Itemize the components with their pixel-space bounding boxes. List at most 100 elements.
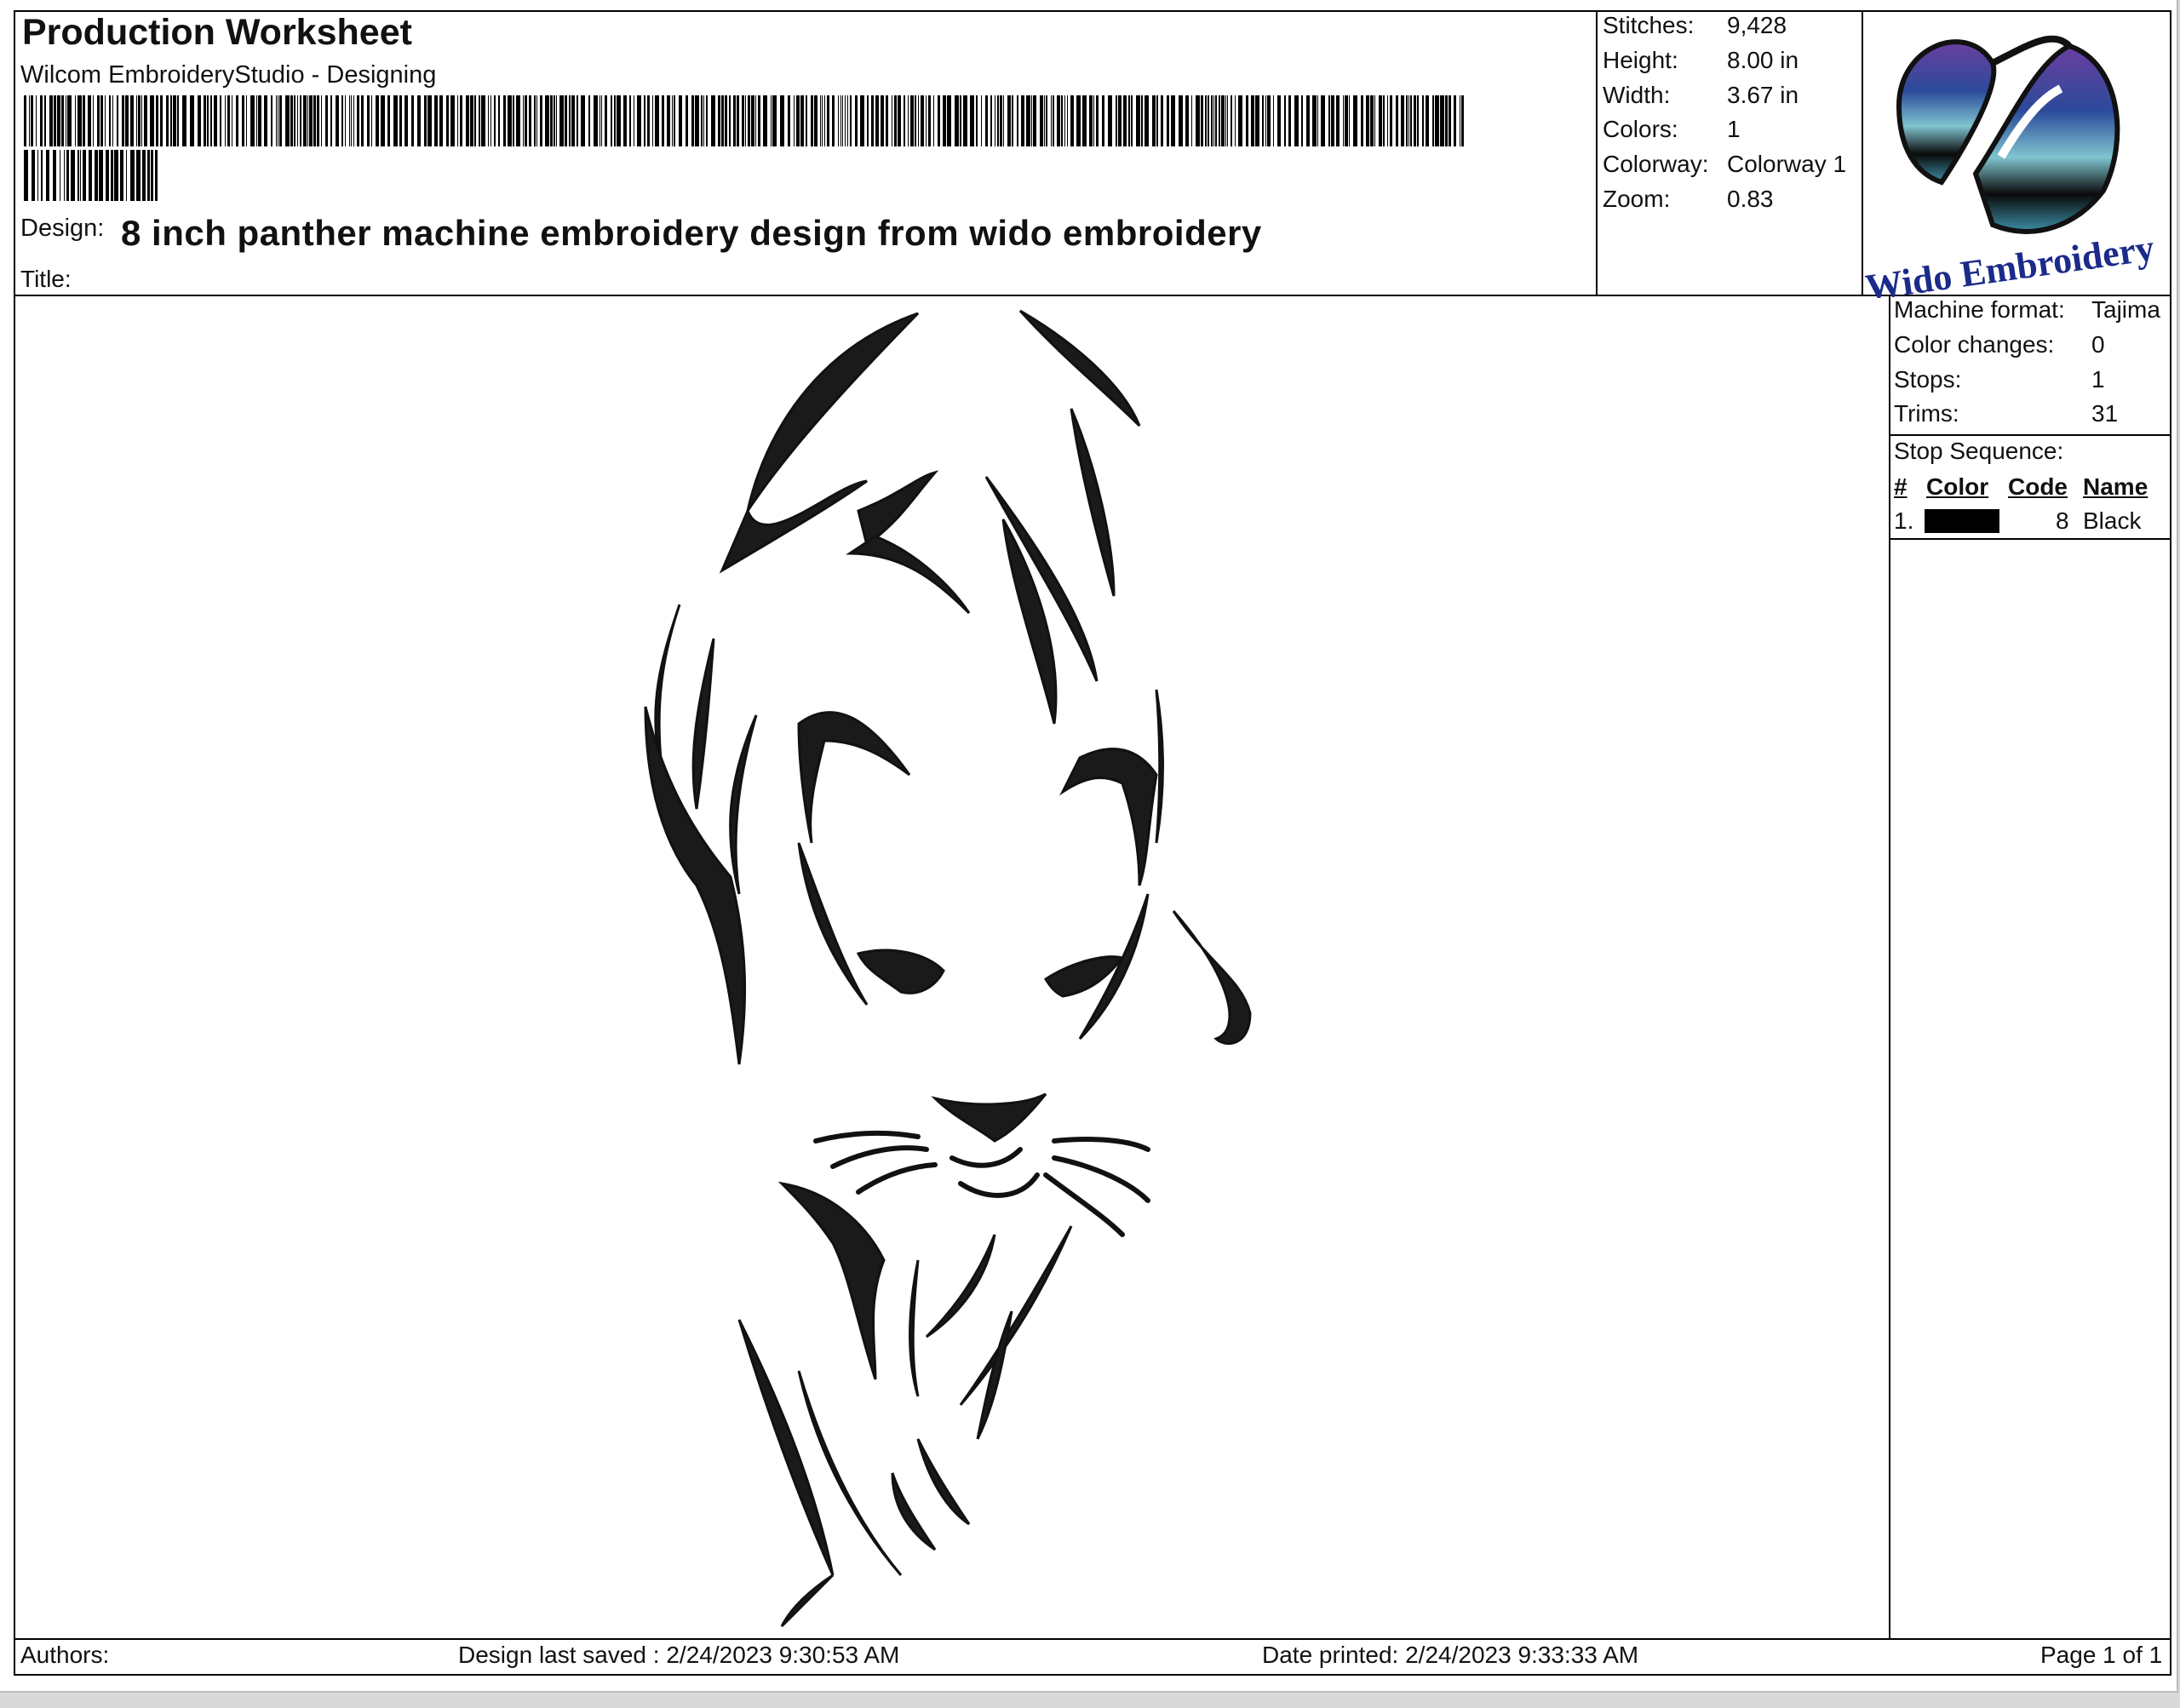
barcode-bar (644, 95, 645, 146)
barcode-bar (1208, 95, 1209, 146)
barcode-bar (601, 95, 602, 146)
barcode-bar (1301, 95, 1303, 146)
barcode-bar (1417, 95, 1419, 146)
barcode-bar (516, 95, 520, 146)
barcode-bar (100, 95, 103, 146)
barcode-bar (130, 95, 134, 146)
barcode-bar (77, 150, 79, 201)
barcode-bar (1294, 95, 1299, 146)
barcode-bar (460, 95, 462, 146)
barcode-bar (325, 95, 328, 146)
barcode-bar (577, 95, 578, 146)
barcode-bar (1414, 95, 1416, 146)
barcode-bar (494, 95, 496, 146)
barcode-bar (850, 95, 852, 146)
barcode-bar (894, 95, 897, 146)
barcode-bar (742, 95, 744, 146)
barcode-bar (1156, 95, 1158, 146)
barcode-bar (285, 95, 290, 146)
barcode-bar (1000, 95, 1002, 146)
barcode-bar (1033, 95, 1036, 146)
barcode-bar (32, 150, 35, 201)
barcode-bar (64, 150, 65, 201)
barcode-bar (399, 95, 402, 146)
barcode-bar (1406, 95, 1408, 146)
barcode-bar (1227, 95, 1228, 146)
barcode-bar (1231, 95, 1232, 146)
barcode-bar (617, 95, 621, 146)
barcode-bar (1123, 95, 1127, 146)
barcode-bar (313, 95, 316, 146)
barcode-bar (488, 95, 489, 146)
barcode-bar (46, 150, 49, 201)
logo-divider (1862, 10, 1863, 296)
barcode-bar (943, 95, 946, 146)
barcode-bar (1040, 95, 1043, 146)
barcode-bar (40, 95, 43, 146)
barcode-bar (1118, 95, 1122, 146)
barcode-bar (279, 95, 282, 146)
barcode-bar (54, 95, 56, 146)
col-code: Code (2008, 473, 2068, 500)
barcode-bar (439, 95, 443, 146)
barcode-bar (1387, 95, 1388, 146)
barcode-bar (838, 95, 839, 146)
barcode-bar (1345, 95, 1348, 146)
barcode-bar (1205, 95, 1207, 146)
barcode-bar (554, 95, 555, 146)
barcode-bar (1064, 95, 1065, 146)
barcode-bar (109, 95, 111, 146)
barcode-bar (1144, 95, 1149, 146)
barcode-bar (125, 95, 129, 146)
barcode-bar (637, 95, 641, 146)
barcode-bar (1265, 95, 1266, 146)
barcode-bar (177, 95, 179, 146)
barcode-bar (1284, 95, 1286, 146)
app-subtitle: Wilcom EmbroideryStudio - Designing (20, 61, 437, 89)
barcode-bar (303, 95, 307, 146)
barcode-bar (24, 150, 28, 201)
barcode-bar (955, 95, 959, 146)
barcode-bar (80, 150, 81, 201)
barcode-bar (755, 95, 756, 146)
barcode-bar (317, 95, 319, 146)
barcode-bar (605, 95, 607, 146)
barcode-bar (780, 95, 784, 146)
barcode-bar (921, 95, 924, 146)
barcode-bar (711, 95, 715, 146)
barcode-bar (1306, 95, 1310, 146)
barcode-bar (138, 95, 141, 146)
barcode-bar (565, 95, 567, 146)
wido-embroidery-logo: Wido Embroidery (1865, 35, 2154, 298)
barcode-bar (1273, 95, 1274, 146)
design-name: 8 inch panther machine embroidery design… (121, 213, 1262, 253)
barcode-bar (581, 95, 585, 146)
barcode-bar (242, 95, 244, 146)
row-code: 8 (2056, 507, 2069, 534)
barcode-bar (703, 95, 704, 146)
barcode-bar (571, 95, 575, 146)
barcode-bar (300, 95, 301, 146)
barcode-bar (686, 95, 688, 146)
barcode-bar (667, 95, 670, 146)
barcode-bar (250, 95, 255, 146)
row-number: 1. (1894, 507, 1914, 534)
barcode-bar (1007, 95, 1011, 146)
barcode-bar (150, 95, 154, 146)
barcode-bar (122, 95, 124, 146)
barcode-bar (806, 95, 807, 146)
barcode-bar (827, 95, 829, 146)
barcode-bar (1366, 95, 1369, 146)
barcode-bar (117, 95, 118, 146)
barcode-bar (37, 150, 38, 201)
barcode-bar (1390, 95, 1392, 146)
barcode-bar (341, 95, 343, 146)
barcode-bar (679, 95, 682, 146)
col-name: Name (2083, 473, 2148, 500)
barcode-bar (77, 95, 82, 146)
barcode-bar (75, 95, 76, 146)
barcode-bar (721, 95, 724, 146)
barcode-bar (207, 95, 209, 146)
barcode-bar (258, 95, 261, 146)
barcode-bar (800, 95, 804, 146)
